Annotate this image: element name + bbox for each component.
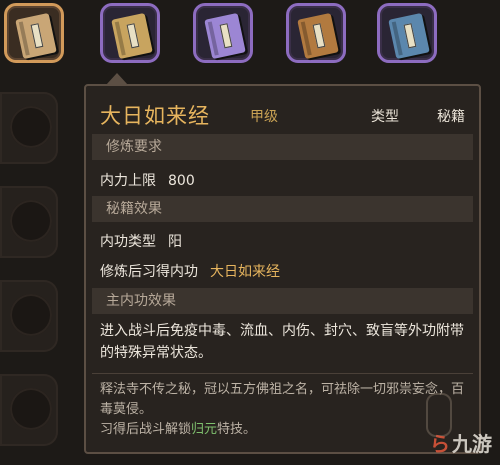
lore-text: 释法寺不传之秘，冠以五方佛祖之名，可祛除一切邪祟妄念，百毒莫侵。: [100, 382, 465, 417]
side-slot-3[interactable]: [0, 280, 58, 352]
side-slot-4[interactable]: [0, 374, 58, 446]
learn-value: 大日如来经: [210, 264, 280, 280]
section-main-effect: 主内功效果: [92, 288, 473, 314]
item-type-label: 类型: [371, 109, 399, 125]
internal-type-row: 内功类型阳: [100, 231, 182, 251]
item-tooltip: 大日如来经 甲级 类型 秘籍 修炼要求 内力上限 800 秘籍效果 内功类型阳 修…: [84, 84, 481, 454]
book-slot-row: [0, 0, 500, 74]
requirement-value: 800: [168, 173, 195, 189]
watermark-mark: ら: [430, 432, 450, 456]
item-grade: 甲级: [250, 109, 278, 125]
internal-type-label: 内功类型: [100, 234, 156, 250]
side-slot-1[interactable]: [0, 92, 58, 164]
requirement-row: 内力上限 800: [100, 170, 195, 190]
learn-label: 修炼后习得内功: [100, 264, 198, 280]
watermark-text: 九游: [452, 432, 492, 456]
divider: [92, 373, 473, 374]
lore-unlock-suffix: 特技。: [217, 422, 257, 437]
book-slot-4[interactable]: [286, 3, 346, 63]
section-book-effect: 秘籍效果: [92, 196, 473, 222]
item-type-value: 秘籍: [437, 109, 465, 125]
lore-unlock-line: 习得后战斗解锁归元特技。: [100, 420, 467, 440]
book-slot-3[interactable]: [193, 3, 253, 63]
lore-unlock-prefix: 习得后战斗解锁: [100, 422, 192, 437]
main-effect-text: 进入战斗后免疫中毒、流血、内伤、封穴、致盲等外功附带的特殊异常状态。: [100, 323, 464, 361]
lore-unlock-skill: 归元: [191, 422, 218, 437]
book-slot-1[interactable]: [4, 3, 64, 63]
tooltip-header: 大日如来经 甲级 类型 秘籍: [100, 100, 465, 132]
book-icon: [388, 12, 430, 60]
book-icon: [111, 12, 153, 60]
watermark-logo: ら九游: [430, 428, 492, 457]
book-icon: [204, 12, 246, 60]
book-slot-2[interactable]: [100, 3, 160, 63]
learn-row: 修炼后习得内功 大日如来经: [100, 261, 280, 281]
book-icon: [15, 12, 57, 60]
side-slot-2[interactable]: [0, 186, 58, 258]
item-title: 大日如来经: [100, 104, 210, 128]
book-icon: [297, 12, 339, 60]
section-requirements: 修炼要求: [92, 134, 473, 160]
book-slot-5[interactable]: [377, 3, 437, 63]
internal-type-value: 阳: [168, 234, 182, 250]
requirement-label: 内力上限: [100, 173, 156, 189]
